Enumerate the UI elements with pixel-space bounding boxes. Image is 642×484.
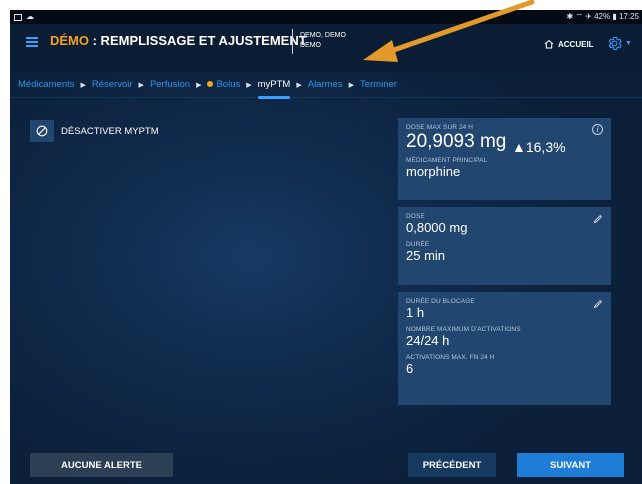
app-window: ☁ ✱ ⌔ ✈ 42% ▮ 17:25 DÉMO : REMPLISSAGE E… [10,10,642,484]
dose-max-card: i DOSE MAX SUR 24 H 20,9093 mg ▲16,3% MÉ… [398,118,611,200]
breadcrumb-arrow-icon: ▶ [80,81,86,89]
lockout-card[interactable]: DURÉE DU BLOCAGE 1 h NOMBRE MAXIMUM D'AC… [398,292,611,405]
no-alert-button[interactable]: AUCUNE ALERTE [30,453,173,477]
info-icon[interactable]: i [592,124,603,135]
medication-label: MÉDICAMENT PRINCIPAL [406,157,488,164]
status-bar: ☁ ✱ ⌔ ✈ 42% ▮ 17:25 [10,10,642,24]
dose-value: 0,8000 mg [406,220,468,235]
chevron-down-icon: ▼ [625,39,632,47]
breadcrumb-myptm[interactable]: myPTM [257,79,290,99]
activations-value: 6 [406,361,414,376]
gallery-icon [14,13,22,21]
breadcrumb-arrow-icon: ▶ [196,81,202,89]
home-label: ACCUEIL [558,39,594,49]
patient-name: DEMO, DEMO [300,32,346,39]
lockout-value: 1 h [406,305,425,320]
breadcrumb-bolus-wrap[interactable]: Bolus [207,79,240,90]
dose-max-value: 20,9093 mg [406,131,507,152]
page-title: DÉMO : REMPLISSAGE ET AJUSTEMENT [50,33,307,48]
breadcrumb-perfusion[interactable]: Perfusion [150,79,190,90]
patient-info: DEMO, DEMO DEMO [300,31,346,51]
dose-max-label: DOSE MAX SUR 24 H [406,124,474,131]
settings-button[interactable]: ▼ [606,34,632,52]
breadcrumb-arrow-icon: ▶ [138,81,144,89]
pencil-icon[interactable] [593,214,603,224]
disable-myptm-label: DÉSACTIVER MYPTM [61,125,159,137]
breadcrumb-reservoir[interactable]: Réservoir [92,79,133,90]
breadcrumb-bolus: Bolus [216,79,241,90]
title-rest: : REMPLISSAGE ET AJUSTEMENT [89,33,307,48]
breadcrumb-arrow-icon: ▶ [296,81,302,89]
warning-icon [207,81,214,88]
breadcrumb-medicaments[interactable]: Médicaments [18,79,75,90]
disable-icon [30,120,54,142]
max-activations-label: NOMBRE MAXIMUM D'ACTIVATIONS [406,326,521,333]
duration-value: 25 min [406,248,446,263]
breadcrumb-arrow-icon: ▶ [348,81,354,89]
patient-id: DEMO [300,42,321,49]
activations-label: ACTIVATIONS MAX. FN 24 H [406,354,495,361]
previous-button[interactable]: PRÉCÉDENT [408,453,496,477]
hamburger-menu-icon[interactable] [26,37,38,47]
dose-label: DOSE [406,213,425,220]
next-button[interactable]: SUIVANT [517,453,624,477]
medication-value: morphine [406,164,461,179]
duration-label: DURÉE [406,241,430,248]
home-icon [544,39,554,49]
title-accent: DÉMO [50,33,89,48]
header-divider [292,29,293,54]
home-button[interactable]: ACCUEIL [544,39,594,49]
gear-icon [608,36,622,50]
breadcrumb-alarmes[interactable]: Alarmes [308,79,343,90]
dose-max-change: ▲16,3% [512,139,566,155]
status-right: ✱ ⌔ ✈ 42% ▮ 17:25 [566,12,639,21]
breadcrumb: Médicaments ▶ Réservoir ▶ Perfusion ▶ Bo… [10,72,642,99]
dose-card[interactable]: DOSE 0,8000 mg DURÉE 25 min [398,207,611,285]
notification-icon: ☁ [26,12,34,21]
breadcrumb-arrow-icon: ▶ [246,81,252,89]
breadcrumb-terminer[interactable]: Terminer [360,79,397,90]
lockout-label: DURÉE DU BLOCAGE [406,298,475,305]
disable-myptm-button[interactable]: DÉSACTIVER MYPTM [30,120,159,142]
pencil-icon[interactable] [593,299,603,309]
max-activations-value: 24/24 h [406,333,450,348]
